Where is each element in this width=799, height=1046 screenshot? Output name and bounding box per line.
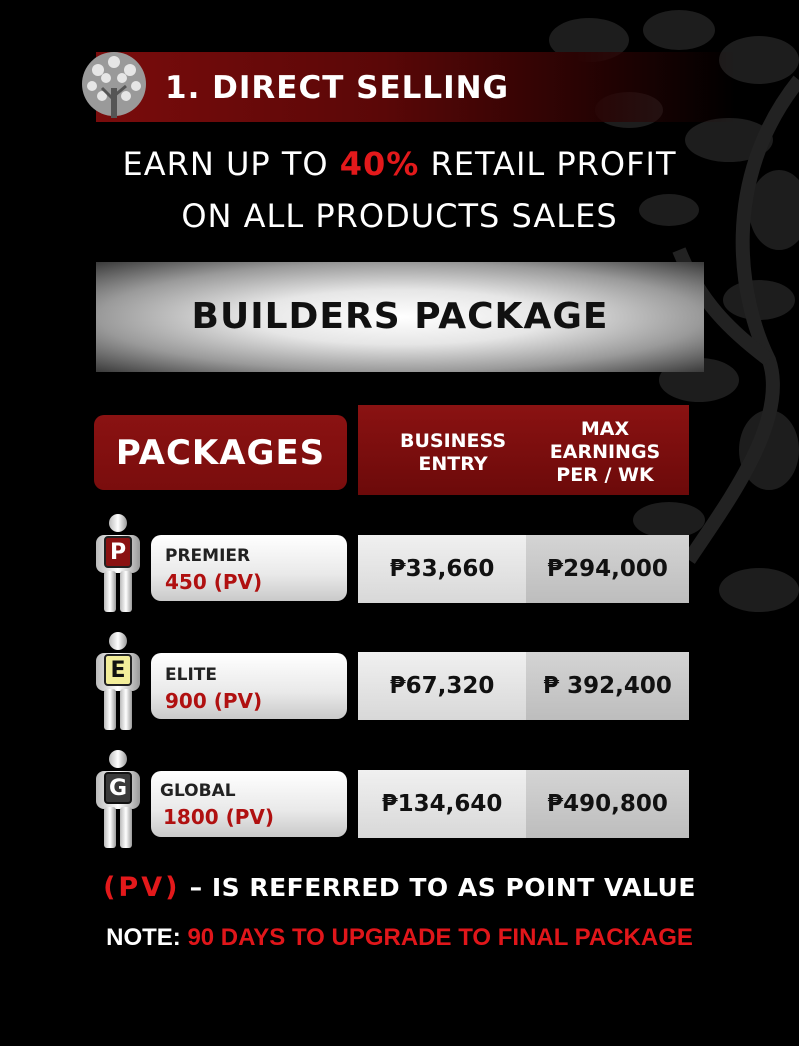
max-earnings-cell: ₱294,000 (526, 535, 689, 603)
package-letter: P (109, 539, 127, 565)
business-entry-cell: ₱33,660 (358, 535, 526, 603)
package-name: GLOBAL (160, 781, 236, 801)
earn-line-1: EARN UP TO 40% RETAIL PROFIT (0, 145, 799, 183)
package-letter: G (108, 775, 128, 801)
earn-line-1-prefix: EARN UP TO (122, 145, 340, 183)
business-entry-cell: ₱67,320 (358, 652, 526, 720)
tree-logo-icon (82, 52, 146, 118)
package-pv: 450 (PV) (165, 570, 263, 594)
pv-label: (PV) (103, 872, 181, 903)
max-earnings-cell: ₱490,800 (526, 770, 689, 838)
business-entry-line1: BUSINESS (399, 430, 507, 452)
builders-title: BUILDERS PACKAGE (191, 296, 609, 337)
upgrade-note: NOTE: 90 DAYS TO UPGRADE TO FINAL PACKAG… (0, 924, 799, 952)
max-earnings-header: MAX EARNINGS PER / WK (535, 418, 675, 487)
max-earnings-line2: EARNINGS (549, 441, 661, 463)
package-letter: E (110, 657, 126, 683)
package-badge-premier: P (104, 536, 132, 568)
earn-percent-highlight: 40% (339, 145, 420, 183)
max-earnings-line1: MAX (580, 418, 630, 440)
package-badge-elite: E (104, 654, 132, 686)
pv-text: – IS REFERRED TO AS POINT VALUE (180, 873, 696, 902)
max-earnings-line3: PER / WK (556, 464, 654, 486)
package-badge-global: G (104, 772, 132, 804)
pv-definition: (PV) – IS REFERRED TO AS POINT VALUE (0, 872, 799, 903)
package-pv: 1800 (PV) (163, 805, 275, 829)
business-entry-header: BUSINESS ENTRY (383, 430, 523, 476)
max-earnings-cell: ₱ 392,400 (526, 652, 689, 720)
package-name: PREMIER (165, 546, 251, 566)
business-entry-line2: ENTRY (418, 453, 488, 475)
earn-line-1-suffix: RETAIL PROFIT (419, 145, 677, 183)
package-pv: 900 (PV) (165, 689, 263, 713)
earn-line-2: ON ALL PRODUCTS SALES (181, 197, 618, 235)
packages-header: PACKAGES (94, 415, 347, 490)
note-label: NOTE: (106, 924, 188, 951)
business-entry-cell: ₱134,640 (358, 770, 526, 838)
package-name: ELITE (165, 665, 217, 685)
section-title: 1. DIRECT SELLING (165, 70, 510, 106)
note-text: 90 DAYS TO UPGRADE TO FINAL PACKAGE (187, 924, 693, 951)
